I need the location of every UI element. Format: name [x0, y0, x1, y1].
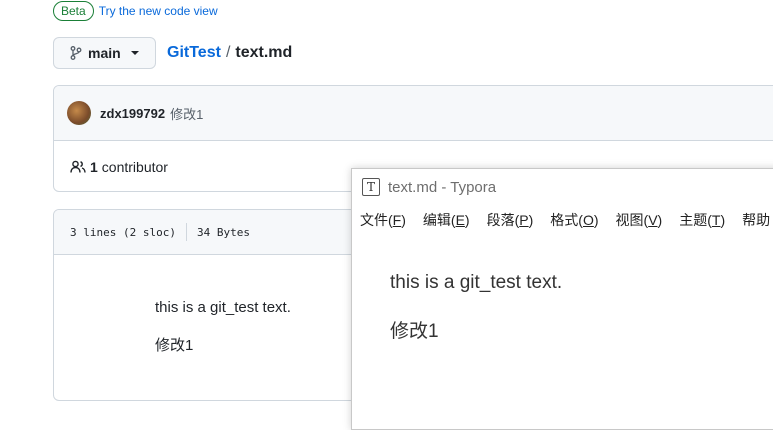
- git-branch-icon: [70, 46, 82, 60]
- try-new-code-view-link[interactable]: Try the new code view: [99, 4, 218, 18]
- typora-app-icon: T: [362, 178, 380, 196]
- menu-theme[interactable]: 主题(T): [679, 210, 725, 230]
- breadcrumb-repo-link[interactable]: GitTest: [167, 44, 221, 62]
- branch-select-button[interactable]: main: [53, 37, 156, 69]
- breadcrumb-separator: /: [225, 44, 231, 61]
- beta-banner: Beta Try the new code view: [53, 1, 218, 21]
- menu-edit[interactable]: 编辑(E): [423, 210, 470, 230]
- commit-message[interactable]: 修改1: [170, 104, 203, 123]
- typora-window: T text.md - Typora 文件(F) 编辑(E) 段落(P) 格式(…: [351, 168, 773, 430]
- typora-document[interactable]: this is a git_test text. 修改1: [352, 235, 773, 343]
- branch-label: main: [88, 45, 121, 61]
- commit-author[interactable]: zdx199792: [100, 106, 165, 121]
- menu-format[interactable]: 格式(O): [550, 210, 598, 230]
- contributor-label: contributor: [101, 159, 168, 175]
- typora-title-bar[interactable]: T text.md - Typora: [352, 169, 773, 205]
- contributor-count: 1: [90, 159, 98, 175]
- people-icon: [70, 160, 86, 173]
- menu-paragraph[interactable]: 段落(P): [487, 210, 534, 230]
- breadcrumb: GitTest / text.md: [167, 44, 292, 62]
- chevron-down-icon: [130, 51, 139, 55]
- file-size: 34 Bytes: [196, 225, 250, 239]
- menu-file[interactable]: 文件(F): [360, 210, 406, 230]
- avatar[interactable]: [67, 101, 91, 125]
- file-line-count: 3 lines (2 sloc): [70, 225, 176, 239]
- doc-line-1: this is a git_test text.: [390, 272, 563, 293]
- commit-header: zdx199792 修改1: [54, 86, 773, 141]
- typora-menubar: 文件(F) 编辑(E) 段落(P) 格式(O) 视图(V) 主题(T) 帮助: [352, 205, 773, 235]
- divider: [185, 223, 187, 241]
- breadcrumb-file: text.md: [235, 44, 293, 61]
- menu-view[interactable]: 视图(V): [616, 210, 663, 230]
- doc-line-2: 修改1: [390, 321, 439, 342]
- beta-badge: Beta: [53, 1, 94, 21]
- typora-window-title: text.md - Typora: [388, 178, 497, 196]
- menu-help[interactable]: 帮助: [742, 210, 770, 230]
